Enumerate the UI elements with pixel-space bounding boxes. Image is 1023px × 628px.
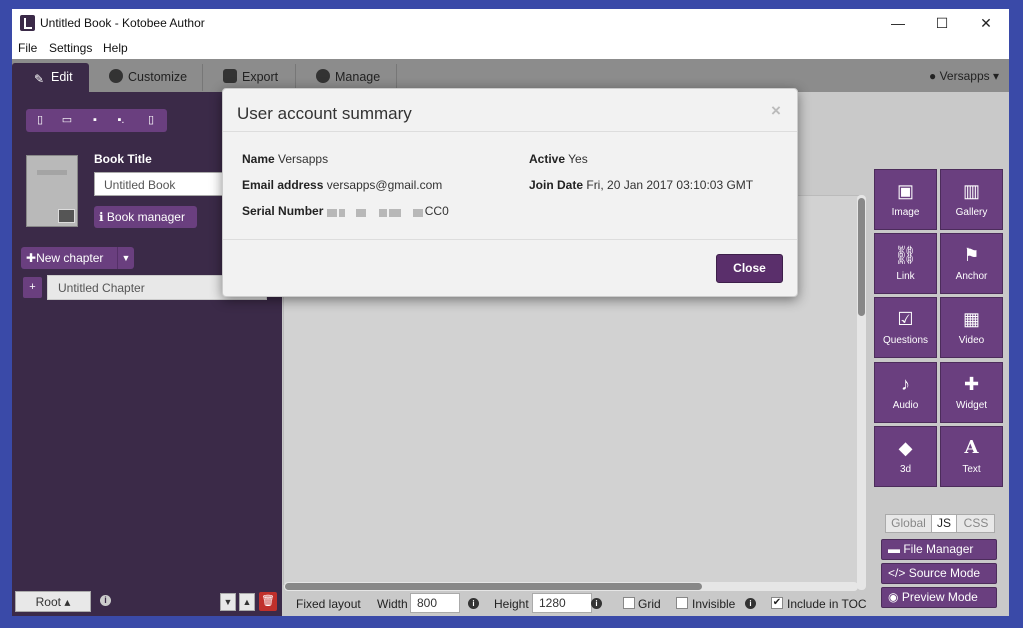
email-value: versapps@gmail.com	[326, 178, 443, 192]
serial-label: Serial Number	[242, 204, 324, 218]
email-label: Email address	[242, 178, 324, 192]
user-account-summary-dialog: User account summary × Name Versapps Ema…	[222, 88, 798, 297]
dialog-title: User account summary	[237, 104, 412, 123]
dialog-header: User account summary ×	[223, 89, 797, 132]
serial-suffix: CC0	[424, 204, 449, 218]
join-date-label: Join Date	[529, 178, 584, 192]
name-field: Name Versapps	[242, 152, 328, 166]
redacted-serial	[326, 206, 425, 220]
join-date-field: Join Date Fri, 20 Jan 2017 03:10:03 GMT	[529, 178, 753, 192]
email-field: Email address versapps@gmail.com	[242, 178, 442, 192]
active-value: Yes	[568, 152, 588, 166]
active-field: Active Yes	[529, 152, 588, 166]
active-label: Active	[529, 152, 566, 166]
close-button[interactable]: Close	[716, 254, 783, 283]
name-label: Name	[242, 152, 275, 166]
close-icon[interactable]: ×	[771, 101, 781, 121]
dialog-footer-divider	[223, 239, 797, 240]
join-date-value: Fri, 20 Jan 2017 03:10:03 GMT	[586, 178, 754, 192]
serial-field: Serial Number CC0	[242, 204, 449, 220]
app-window: Untitled Book - Kotobee Author — ☐ ✕ Fil…	[12, 9, 1009, 616]
name-value: Versapps	[278, 152, 329, 166]
